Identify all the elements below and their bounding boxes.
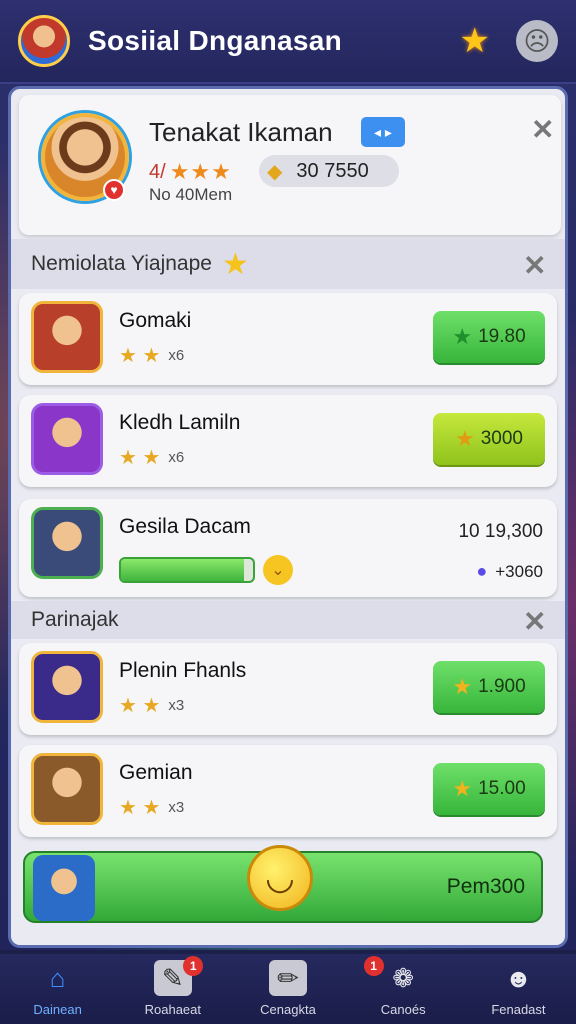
item-name: Gemian xyxy=(119,761,193,784)
close-icon[interactable]: ✕ xyxy=(531,113,554,146)
tag-button[interactable]: ◂ ▸ xyxy=(361,117,405,147)
profile-card: ♥ Tenakat Ikaman ◂ ▸ ✕ 4/ ★★★ ◆ 30 7550 … xyxy=(19,95,561,235)
app-title: Sosiial Dnganasan xyxy=(88,25,343,56)
item-name: Gomaki xyxy=(119,309,192,332)
smirk-face-icon: ◡ xyxy=(247,845,313,911)
user-icon: ☻ xyxy=(504,962,533,993)
star-icon: ★ xyxy=(452,776,473,801)
item-rank: x6 xyxy=(168,347,185,364)
star-rating: ★ ★ xyxy=(119,797,161,819)
group-icon: ❁ xyxy=(392,962,415,993)
list-item[interactable]: Gemian ★ ★ x3 ★ 15.00 xyxy=(19,745,557,837)
character-avatar xyxy=(33,855,95,921)
nav-item-group[interactable]: ❁ 1 Canoés xyxy=(346,954,461,1024)
item-stars: ★ ★ x6 xyxy=(119,445,184,470)
list-item[interactable]: Gomaki ★ ★ x6 ★ 19.80 xyxy=(19,293,557,385)
item-stars: ★ ★ x3 xyxy=(119,693,184,718)
gem-icon: ● xyxy=(476,561,488,581)
gem-value: ● +3060 xyxy=(476,561,543,582)
list-item[interactable]: Plenin Fhanls ★ ★ x3 ★ 1.900 xyxy=(19,643,557,735)
character-avatar xyxy=(31,507,103,579)
progress-bar xyxy=(119,557,255,583)
star-rating: ★ ★ xyxy=(119,447,161,469)
star-icon[interactable]: ★ xyxy=(460,21,490,61)
coin-balance: ◆ 30 7550 xyxy=(259,155,399,187)
rating-row: 4/ ★★★ xyxy=(149,159,232,185)
star-rating: ★ ★ xyxy=(119,695,161,717)
profile-subtitle: No 40Mem xyxy=(149,185,233,204)
item-name: Plenin Fhanls xyxy=(119,659,247,682)
item-stars: ★ ★ x6 xyxy=(119,343,184,368)
nav-item-profile[interactable]: ☻ Fenadast xyxy=(461,954,576,1024)
sad-face-icon[interactable]: ☹ xyxy=(516,20,558,62)
coin-icon: ◆ xyxy=(267,160,283,183)
heart-badge-icon: ♥ xyxy=(103,179,125,201)
claim-button[interactable]: ◡ Pem300 xyxy=(23,845,543,923)
nav-item-pencil[interactable]: ✏ Cenagkta xyxy=(230,954,345,1024)
main-panel: ♥ Tenakat Ikaman ◂ ▸ ✕ 4/ ★★★ ◆ 30 7550 … xyxy=(8,86,568,948)
star-icon: ★ xyxy=(452,674,473,699)
item-name: Gesila Dacam xyxy=(119,515,251,538)
list-item-progress[interactable]: Gesila Dacam ⌄ 10 19,300 ● +3060 xyxy=(19,499,557,597)
claim-label: Pem300 xyxy=(446,875,525,898)
nav-item-home[interactable]: ⌂ Dainean xyxy=(0,954,115,1024)
top-bar: Sosiial Dnganasan ★ ☹ xyxy=(0,0,576,84)
buy-button[interactable]: ★ 15.00 xyxy=(433,763,545,815)
nav-label: Dainean xyxy=(33,1002,82,1017)
notification-badge: 1 xyxy=(183,956,204,976)
character-avatar xyxy=(31,651,103,723)
nav-label: Roahaeat xyxy=(144,1002,201,1017)
star-icon: ★ xyxy=(452,324,473,349)
section-title: Nemiolata Yiajnape xyxy=(31,252,212,275)
rating-value: 4/ xyxy=(149,160,166,183)
profile-name: Tenakat Ikaman xyxy=(149,117,333,147)
star-icon: ★ xyxy=(221,247,249,281)
item-stars: ★ ★ x3 xyxy=(119,795,184,820)
buy-button[interactable]: ★ 19.80 xyxy=(433,311,545,363)
item-value: 10 19,300 xyxy=(458,521,543,542)
section-title: Parinajak xyxy=(31,608,119,631)
chevron-down-icon[interactable]: ⌄ xyxy=(263,555,293,585)
home-icon: ⌂ xyxy=(49,962,66,993)
nav-label: Canoés xyxy=(380,1002,426,1017)
character-avatar xyxy=(31,753,103,825)
user-avatar[interactable] xyxy=(18,15,70,67)
item-rank: x3 xyxy=(168,799,185,816)
price-label: 15.00 xyxy=(478,778,526,799)
price-label: 1.900 xyxy=(478,676,526,697)
nav-label: Fenadast xyxy=(491,1002,546,1017)
rating-stars: ★★★ xyxy=(169,159,232,184)
section-header-2: Parinajak ✕ xyxy=(11,601,565,639)
item-name: Kledh Lamiln xyxy=(119,411,241,434)
star-icon: ★ xyxy=(454,426,475,451)
list-item[interactable]: Kledh Lamiln ★ ★ x6 ★ 3000 xyxy=(19,395,557,487)
buy-button[interactable]: ★ 3000 xyxy=(433,413,545,465)
buy-button[interactable]: ★ 1.900 xyxy=(433,661,545,713)
item-rank: x3 xyxy=(168,697,185,714)
item-rank: x6 xyxy=(168,449,185,466)
nav-label: Cenagkta xyxy=(260,1002,316,1017)
close-icon[interactable]: ✕ xyxy=(523,249,546,282)
nav-item-edit[interactable]: ✎ 1 Roahaeat xyxy=(115,954,230,1024)
close-icon[interactable]: ✕ xyxy=(523,605,546,638)
price-label: 3000 xyxy=(480,428,523,449)
section-header-1: Nemiolata Yiajnape ★ ✕ xyxy=(11,239,565,289)
price-label: 19.80 xyxy=(478,326,526,347)
notification-badge: 1 xyxy=(363,956,384,976)
coin-value: 30 7550 xyxy=(296,159,369,182)
bottom-nav: ⌂ Dainean ✎ 1 Roahaeat ✏ Cenagkta ❁ 1 Ca… xyxy=(0,954,576,1024)
character-avatar xyxy=(31,403,103,475)
star-rating: ★ ★ xyxy=(119,345,161,367)
progress-fill xyxy=(121,559,244,581)
character-avatar xyxy=(31,301,103,373)
pencil-icon: ✏ xyxy=(269,960,307,996)
gem-amount: +3060 xyxy=(495,562,543,581)
